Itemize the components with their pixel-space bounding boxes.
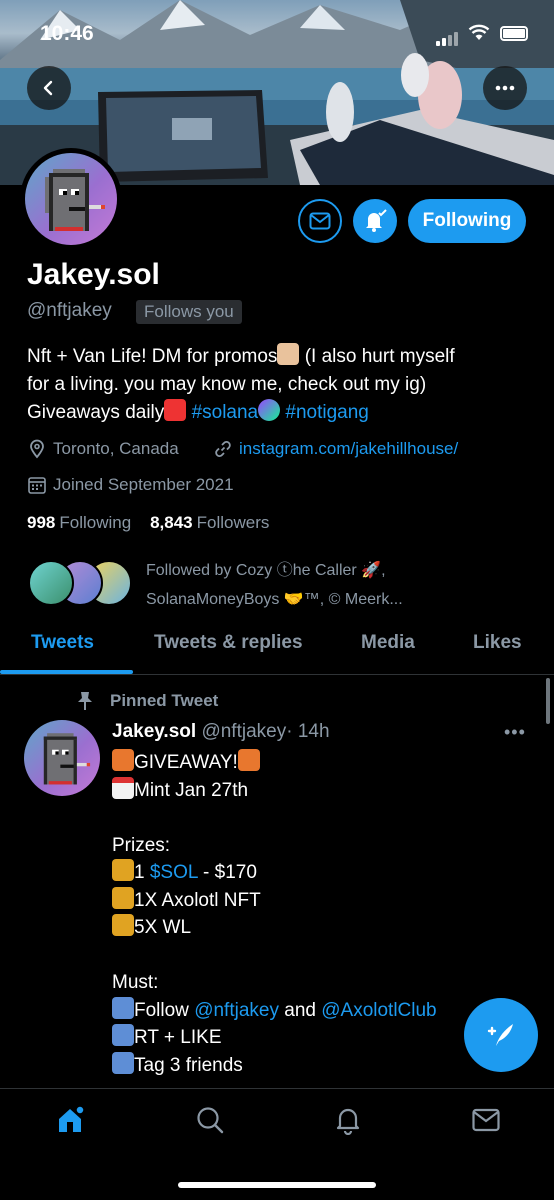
followed-by-text[interactable]: Followed by Cozy ⓣhe Caller 🚀, SolanaMon… xyxy=(146,556,476,614)
tweet-line: and xyxy=(278,999,322,1021)
trophy-emoji-icon xyxy=(112,886,134,909)
followers-count-link[interactable]: 8,843 Followers xyxy=(150,513,269,532)
pinned-tweet-label: Pinned Tweet xyxy=(76,691,218,711)
trophy-emoji-icon xyxy=(112,859,134,881)
profile-bio: Nft + Van Life! DM for promos (I also hu… xyxy=(27,343,537,427)
bio-line1b: (I also hurt myself xyxy=(299,346,455,367)
tweet-more-icon[interactable]: ••• xyxy=(504,722,526,743)
bio-line3: Giveaways daily xyxy=(27,402,165,423)
pixel-punk-avatar-image xyxy=(43,733,91,785)
home-indicator[interactable] xyxy=(178,1182,376,1188)
trophy-emoji-icon xyxy=(112,914,134,936)
compose-feather-icon xyxy=(487,1024,513,1046)
pixel-punk-avatar-image xyxy=(45,169,105,231)
tweet-author-name[interactable]: Jakey.sol xyxy=(112,721,196,742)
mention-nftjakey-link[interactable]: @nftjakey xyxy=(194,1000,279,1021)
active-tab-indicator xyxy=(0,670,133,674)
keycap-three-emoji-icon xyxy=(112,1051,134,1074)
tweet-line: RT + LIKE xyxy=(134,1027,222,1048)
siren-emoji-icon xyxy=(164,399,187,421)
profile-location: Toronto, Canada xyxy=(53,439,179,458)
follows-you-badge: Follows you xyxy=(136,300,242,324)
tweet-line: GIVEAWAY! xyxy=(134,752,238,773)
tweet-body: GIVEAWAY! Mint Jan 27th Prizes: 1 $SOL -… xyxy=(112,749,512,1079)
chevron-left-icon xyxy=(43,80,53,96)
website-row[interactable]: instagram.com/jakehillhouse/ xyxy=(213,439,458,459)
profile-handle: @nftjakey xyxy=(27,300,112,321)
location-row: Toronto, Canada xyxy=(27,439,179,459)
cashtag-sol-link[interactable]: $SOL xyxy=(150,862,198,883)
link-icon xyxy=(215,441,231,457)
tab-tweets-and-replies[interactable]: Tweets & replies xyxy=(154,632,303,654)
followed-by-line2: SolanaMoneyBoys 🤝™, © Meerk... xyxy=(146,591,403,608)
followers-label: Followers xyxy=(196,513,270,532)
more-options-button[interactable] xyxy=(483,66,527,110)
joined-row: Joined September 2021 xyxy=(27,475,234,495)
followed-by-line1: Followed by Cozy ⓣhe Caller 🚀, xyxy=(146,562,386,579)
pinned-label-text: Pinned Tweet xyxy=(110,691,219,710)
follower-avatar xyxy=(28,560,74,606)
following-count-link[interactable]: 998 Following xyxy=(27,513,131,532)
followers-count: 8,843 xyxy=(150,513,193,532)
pin-icon xyxy=(78,692,92,710)
tweet-line: Follow xyxy=(134,999,195,1021)
bio-line1: Nft + Van Life! DM for promos xyxy=(27,346,278,367)
battery-icon xyxy=(500,26,528,41)
compose-tweet-button[interactable] xyxy=(464,998,538,1072)
rock-hand-emoji-icon xyxy=(277,343,300,365)
notifications-icon[interactable] xyxy=(333,1105,363,1140)
tweet-header: Jakey.sol @nftjakey· 14h xyxy=(112,721,330,743)
following-button[interactable]: Following xyxy=(408,199,526,243)
profile-tabs: Tweets Tweets & replies Media Likes xyxy=(0,623,554,675)
mention-axolotlclub-link[interactable]: @AxolotlClub xyxy=(321,1000,436,1021)
gift-emoji-icon xyxy=(112,749,134,771)
following-count: 998 xyxy=(27,513,56,532)
tab-tweets[interactable]: Tweets xyxy=(31,632,94,654)
solana-logo-emoji-icon xyxy=(258,399,281,421)
cellular-signal-icon xyxy=(436,28,460,46)
tweet-author-avatar[interactable] xyxy=(24,720,100,796)
message-button[interactable] xyxy=(298,199,342,243)
scrollbar[interactable] xyxy=(546,678,550,724)
tweet-line: Must: xyxy=(112,972,159,993)
keycap-one-emoji-icon xyxy=(112,996,134,1019)
tweet-time: · 14h xyxy=(286,721,330,742)
more-dots-icon xyxy=(495,85,515,91)
wifi-icon xyxy=(468,24,490,46)
tab-media[interactable]: Media xyxy=(361,632,415,654)
following-label: Following xyxy=(59,513,132,532)
tab-likes[interactable]: Likes xyxy=(473,632,522,654)
tweet-line: - $170 xyxy=(197,862,257,883)
followed-by-avatars[interactable] xyxy=(28,560,132,606)
profile-joined-date: Joined September 2021 xyxy=(53,475,234,494)
tweet-author-handle[interactable]: @nftjakey xyxy=(201,721,286,742)
profile-website-link[interactable]: instagram.com/jakehillhouse/ xyxy=(239,439,458,459)
notifications-on-button[interactable] xyxy=(353,199,397,243)
tweet-line: 1 xyxy=(134,862,150,883)
hashtag-notigang-link[interactable]: #notigang xyxy=(285,402,368,423)
search-icon[interactable] xyxy=(195,1105,225,1140)
profile-avatar[interactable] xyxy=(20,148,122,250)
messages-icon[interactable] xyxy=(471,1105,501,1140)
tweet-line: 5X WL xyxy=(134,917,192,938)
gift-emoji-icon xyxy=(237,749,260,771)
keycap-two-emoji-icon xyxy=(112,1024,134,1046)
status-time: 10:46 xyxy=(40,22,94,45)
tweet-line: 1X Axolotl NFT xyxy=(134,889,261,911)
hashtag-solana-link[interactable]: #solana xyxy=(192,402,259,423)
envelope-icon xyxy=(309,212,331,230)
tweet-line: Prizes: xyxy=(112,834,171,856)
calendar-icon xyxy=(28,477,46,494)
status-bar: 10:46 xyxy=(0,20,554,50)
tweet-line: Mint Jan 27th xyxy=(134,779,249,801)
tweet-line: Tag 3 friends xyxy=(134,1054,243,1076)
profile-name: Jakey.sol xyxy=(27,258,160,291)
location-pin-icon xyxy=(30,439,44,459)
bell-check-icon xyxy=(366,209,387,232)
bio-line2: for a living. you may know me, check out… xyxy=(27,374,427,395)
home-icon[interactable] xyxy=(56,1105,86,1140)
back-button[interactable] xyxy=(27,66,71,110)
follow-counts: 998 Following 8,843 Followers xyxy=(27,513,269,533)
calendar-emoji-icon xyxy=(112,776,134,799)
